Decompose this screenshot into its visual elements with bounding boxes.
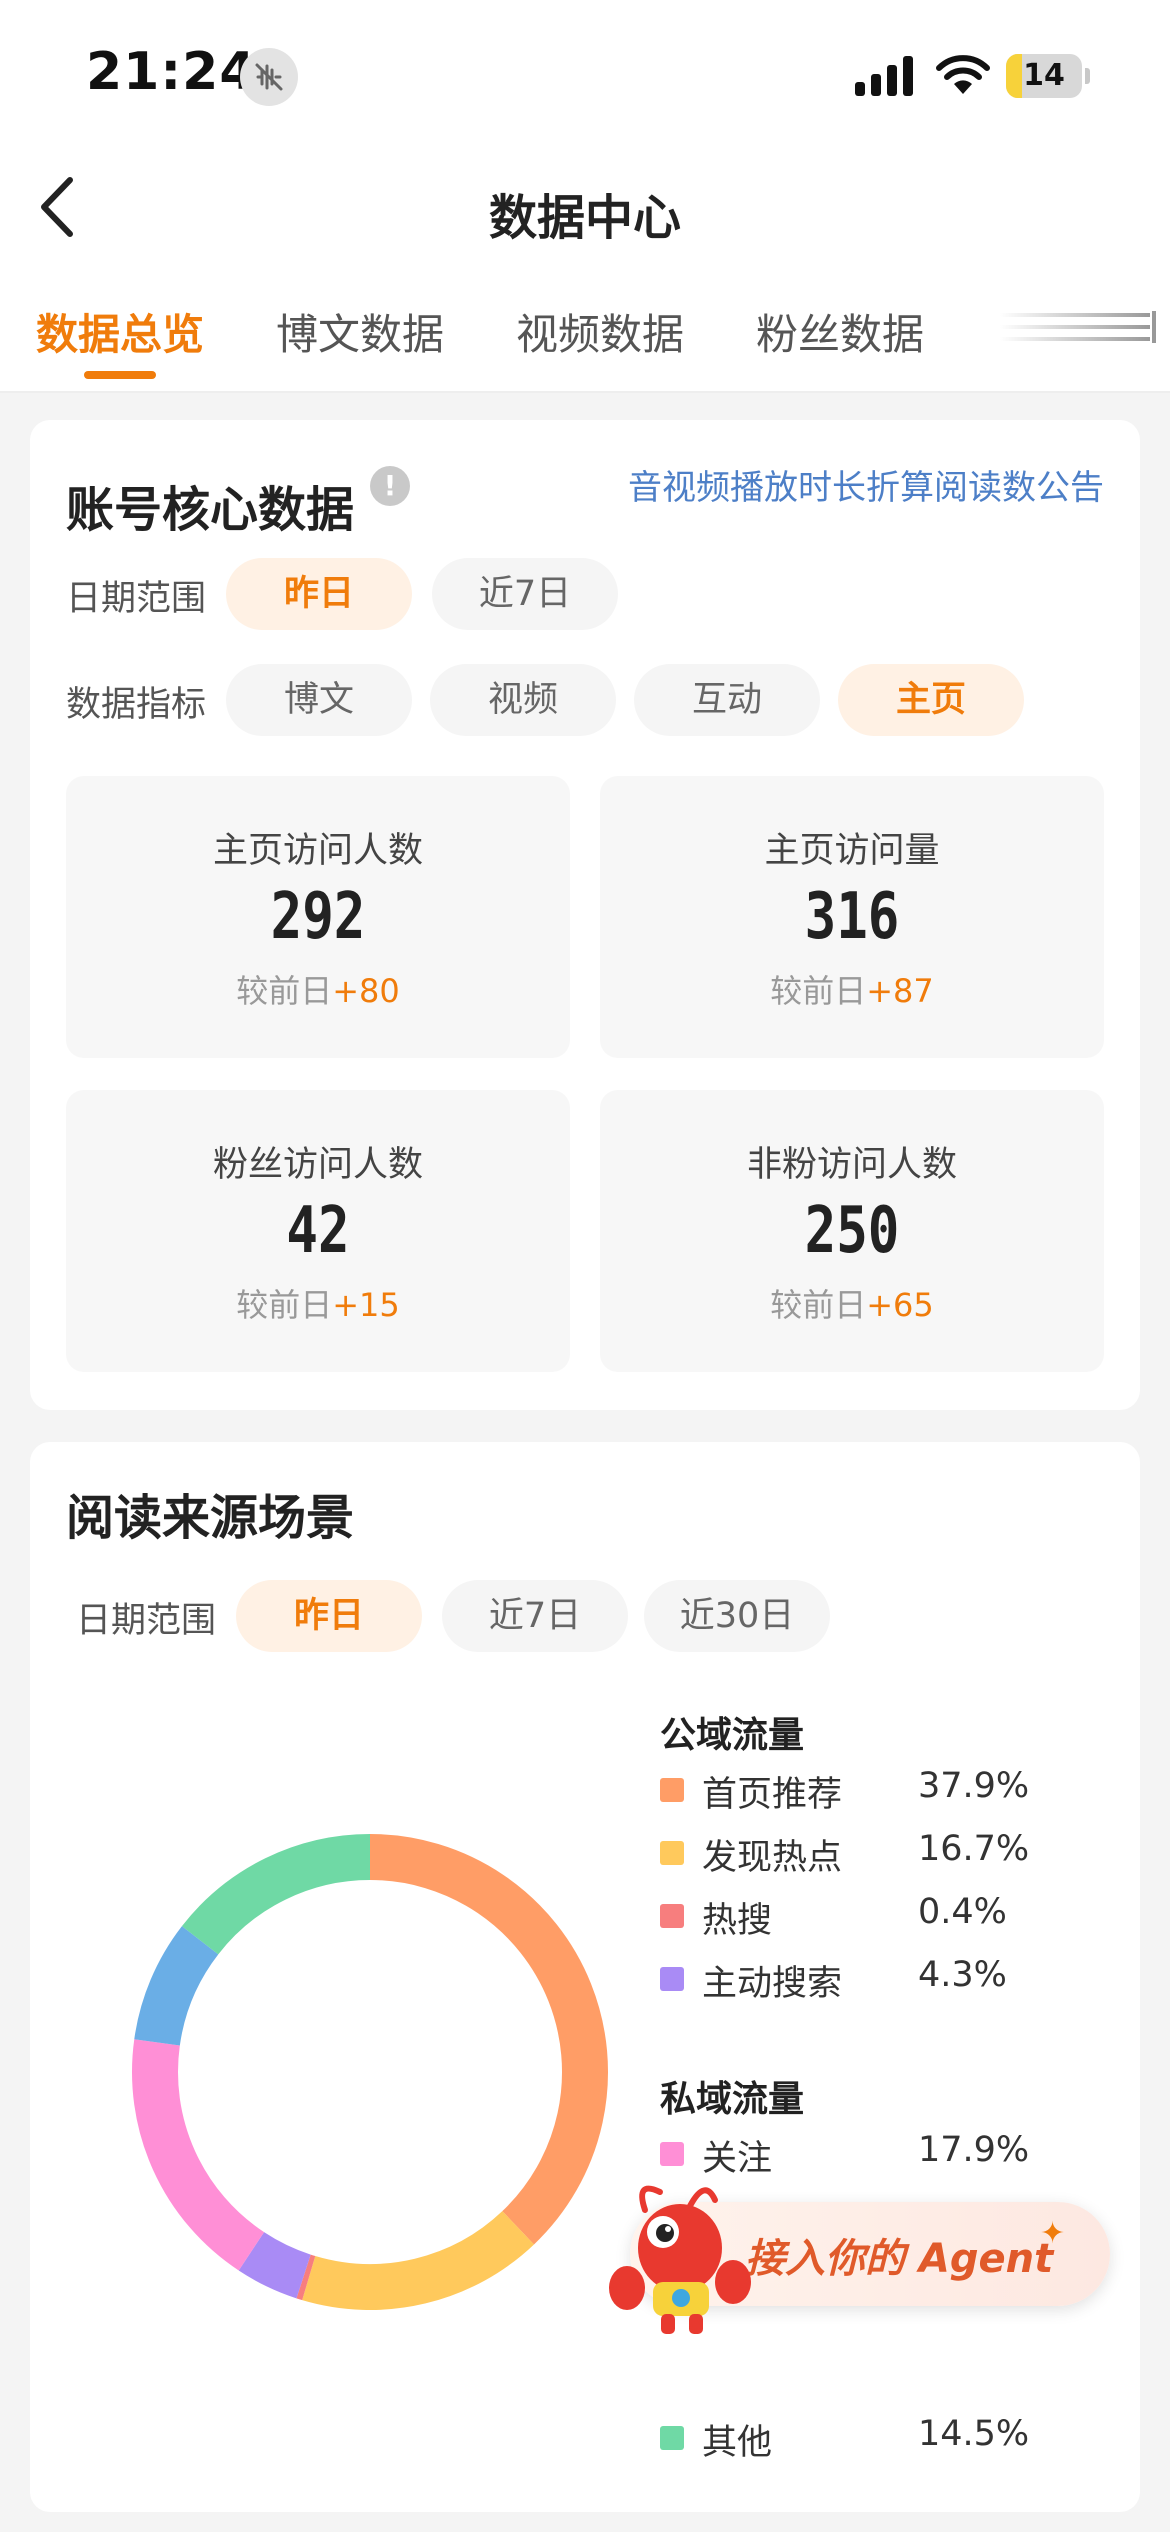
tab-overview[interactable]: 数据总览	[36, 301, 204, 362]
source-donut-chart	[132, 1834, 608, 2310]
date-range-label: 日期范围	[76, 1601, 217, 1641]
legend-pct: 0.4%	[918, 1892, 1007, 1932]
metric-pill-video[interactable]: 视频	[430, 664, 616, 736]
tab-fan-data[interactable]: 粉丝数据	[756, 301, 924, 362]
stat-card: 主页访问人数 292 较前日+80	[66, 776, 570, 1058]
wifi-icon	[935, 52, 991, 96]
legend-swatch	[660, 2142, 684, 2166]
status-time: 21:24	[86, 42, 257, 102]
legend-pct: 4.3%	[918, 1955, 1007, 1995]
date-pill-7days[interactable]: 近7日	[442, 1580, 628, 1652]
stat-compare: 较前日+65	[770, 1286, 934, 1324]
stat-value: 250	[804, 1194, 900, 1268]
stat-value: 42	[286, 1194, 350, 1268]
sparkle-icon: ✦	[1040, 2216, 1066, 2251]
legend-item: 主动搜索 4.3%	[660, 1955, 1080, 2005]
legend-name: 首页推荐	[702, 1775, 843, 1815]
donut-segment	[132, 2039, 265, 2271]
stat-card: 非粉访问人数 250 较前日+65	[600, 1090, 1104, 1372]
stat-card: 主页访问量 316 较前日+87	[600, 776, 1104, 1058]
legend-swatch	[660, 1841, 684, 1865]
legend-pct: 14.5%	[918, 2414, 1030, 2454]
nav-header: 数据中心	[0, 150, 1170, 265]
donut-segment	[369, 1834, 608, 2245]
core-data-card: 账号核心数据 ! 音视频播放时长折算阅读数公告 日期范围 昨日 近7日 数据指标…	[30, 420, 1140, 1410]
donut-segment	[181, 1834, 371, 1955]
mascot-lobster-icon	[609, 2185, 751, 2334]
agent-banner-text: 接入你的 Agent	[745, 2236, 1054, 2282]
legend-item: 发现热点 16.7%	[660, 1829, 1080, 1879]
info-icon[interactable]: !	[370, 466, 410, 506]
legend-item: 热搜 0.4%	[660, 1892, 1080, 1942]
battery-icon: 14	[1006, 54, 1090, 98]
legend-item: 首页推荐 37.9%	[660, 1766, 1080, 1816]
legend-pct: 17.9%	[918, 2130, 1030, 2170]
legend-pct: 16.7%	[918, 1829, 1030, 1869]
notice-link[interactable]: 音视频播放时长折算阅读数公告	[628, 460, 1104, 509]
date-range-label: 日期范围	[66, 579, 207, 619]
legend-item: 其他 14.5%	[660, 2414, 1080, 2464]
metric-pill-homepage[interactable]: 主页	[838, 664, 1024, 736]
tab-overflow-icon[interactable]	[1000, 305, 1160, 349]
page-title: 数据中心	[488, 190, 681, 246]
mute-icon	[240, 48, 298, 106]
date-pill-yesterday[interactable]: 昨日	[236, 1580, 422, 1652]
metric-pill-interaction[interactable]: 互动	[634, 664, 820, 736]
battery-level: 14	[1023, 58, 1065, 93]
date-pill-7days[interactable]: 近7日	[432, 558, 618, 630]
date-pill-30days[interactable]: 近30日	[644, 1580, 830, 1652]
stat-compare: 较前日+15	[236, 1286, 400, 1324]
tab-post-data[interactable]: 博文数据	[276, 301, 444, 362]
stat-label: 粉丝访问人数	[212, 1145, 423, 1185]
status-bar: 21:24 14	[0, 0, 1170, 150]
donut-segment	[238, 2231, 312, 2299]
tab-bar: 数据总览 博文数据 视频数据 粉丝数据	[0, 265, 1170, 393]
date-pill-yesterday[interactable]: 昨日	[226, 558, 412, 630]
legend-swatch	[660, 1904, 684, 1928]
donut-segment	[296, 2254, 316, 2301]
metric-pill-post[interactable]: 博文	[226, 664, 412, 736]
legend-group-private: 私域流量	[660, 2079, 805, 2120]
legend-swatch	[660, 1967, 684, 1991]
legend-name: 其他	[702, 2423, 773, 2463]
stat-card: 粉丝访问人数 42 较前日+15	[66, 1090, 570, 1372]
stat-label: 主页访问人数	[212, 831, 423, 871]
legend-name: 热搜	[702, 1901, 773, 1941]
legend-swatch	[660, 2426, 684, 2450]
legend-name: 发现热点	[702, 1838, 843, 1878]
tab-video-data[interactable]: 视频数据	[516, 301, 684, 362]
stat-compare: 较前日+80	[236, 972, 400, 1010]
legend-swatch	[660, 1778, 684, 1802]
stat-label: 主页访问量	[764, 831, 940, 871]
read-source-title: 阅读来源场景	[66, 1490, 355, 1546]
cellular-signal-icon	[855, 54, 915, 96]
legend-pct: 37.9%	[918, 1766, 1030, 1806]
stat-label: 非粉访问人数	[746, 1145, 957, 1185]
stat-value: 316	[804, 880, 900, 954]
stat-compare: 较前日+87	[770, 972, 934, 1010]
donut-segment	[302, 2210, 534, 2310]
legend-name: 主动搜索	[702, 1964, 843, 2004]
legend-group-public: 公域流量	[660, 1715, 805, 1756]
stat-value: 292	[270, 880, 366, 954]
tab-active-indicator	[84, 371, 156, 379]
metric-label: 数据指标	[66, 685, 207, 725]
read-source-card: 阅读来源场景 日期范围 昨日 近7日 近30日 公域流量 首页推荐 37.9% …	[30, 1442, 1140, 2512]
core-data-title: 账号核心数据	[66, 482, 355, 538]
donut-segment	[134, 1926, 219, 2047]
